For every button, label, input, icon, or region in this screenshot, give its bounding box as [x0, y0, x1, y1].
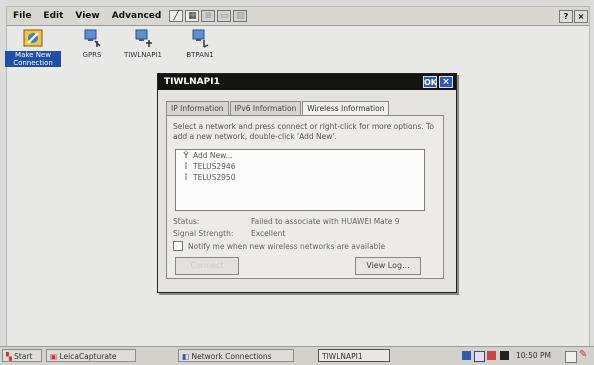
notify-label: Notify me when new wireless networks are… [188, 241, 386, 251]
dialog-close-button[interactable]: × [439, 76, 453, 88]
toolbar-details-icon[interactable]: ▭ [217, 10, 232, 22]
connection-dialog: TIWLNAPI1 OK × IP Information IPv6 Infor… [157, 73, 457, 293]
task-label: LeicaCapturate [59, 352, 117, 361]
taskbar-item-leicacapturate[interactable]: ▣ LeicaCapturate [46, 349, 136, 362]
instructions-text: Select a network and press connect or ri… [173, 122, 434, 141]
toolbar-grid-icon[interactable]: ▦ [185, 10, 200, 22]
taskbar-item-network-connections[interactable]: ◧ Network Connections [178, 349, 294, 362]
task-label: Network Connections [191, 352, 272, 361]
signal-value: Excellent [251, 229, 286, 238]
app-icon: ▣ [50, 352, 58, 361]
status-row: Status: Failed to associate with HUAWEI … [173, 217, 399, 226]
icon-label: Make New Connection [5, 51, 61, 67]
icon-label: BTPAN1 [186, 51, 214, 59]
status-label: Status: [173, 217, 200, 226]
icon-label: GPRS [82, 51, 102, 59]
tab-strip: IP Information IPv6 Information Wireless… [166, 101, 390, 117]
pen-icon[interactable]: ✎ [579, 349, 587, 360]
taskbar: ▚ Start ▣ LeicaCapturate ◧ Network Conne… [0, 346, 594, 365]
start-button[interactable]: ▚ Start [2, 349, 42, 362]
desktop-icon[interactable] [565, 351, 577, 363]
menu-file[interactable]: File [7, 11, 37, 21]
view-log-button[interactable]: View Log... [355, 257, 421, 275]
network-list[interactable]: Ϋ Add New... ǐ TELUS2946 ǐ TELUS2950 [175, 149, 425, 211]
network-icon: ◧ [182, 352, 190, 361]
status-value: Failed to associate with HUAWEI Mate 9 [251, 217, 400, 226]
list-item[interactable]: ǐ TELUS2950 [176, 172, 424, 183]
signal-icon: ǐ [184, 162, 188, 171]
tiwlnapi1-icon-tile[interactable]: TIWLNAPI1 [115, 27, 171, 59]
make-connection-icon [22, 27, 44, 49]
network-connection-icon [189, 27, 211, 49]
network-name: Add New... [193, 151, 233, 160]
tab-ipv6-information[interactable]: IPv6 Information [229, 101, 302, 116]
connect-button[interactable]: Connect [175, 257, 239, 275]
signal-label: Signal Strength: [173, 229, 234, 238]
dialog-title: TIWLNAPI1 [164, 77, 220, 87]
network-connection-icon [132, 27, 154, 49]
help-button[interactable]: ? [559, 10, 573, 23]
network-name: TELUS2946 [193, 162, 236, 171]
dialog-title-bar: TIWLNAPI1 OK × [158, 74, 456, 90]
notify-checkbox[interactable] [173, 241, 183, 251]
menu-view[interactable]: View [69, 11, 105, 21]
signal-row: Signal Strength: Excellent [173, 229, 285, 238]
toolbar-list-icon[interactable]: ≡ [201, 10, 216, 22]
menu-edit[interactable]: Edit [37, 11, 69, 21]
make-new-connection-icon-tile[interactable]: Make New Connection [5, 27, 61, 67]
network-name: TELUS2950 [193, 173, 236, 182]
clock: 10:50 PM [516, 351, 551, 360]
menu-advanced[interactable]: Advanced [106, 11, 168, 21]
toolbar-edit-icon[interactable]: ╱ [169, 10, 184, 22]
close-button[interactable]: × [574, 10, 588, 23]
list-item[interactable]: Ϋ Add New... [176, 150, 424, 161]
btpan1-icon-tile[interactable]: BTPAN1 [172, 27, 228, 59]
toolbar-view-icon[interactable]: ▥ [233, 10, 248, 22]
ok-button[interactable]: OK [423, 76, 437, 88]
tab-ip-information[interactable]: IP Information [166, 101, 229, 116]
task-label: TIWLNAPI1 [322, 352, 363, 361]
notify-row: Notify me when new wireless networks are… [173, 241, 385, 251]
start-label: Start [14, 352, 33, 361]
network-connection-icon [81, 27, 103, 49]
volume-tray-icon[interactable] [487, 351, 496, 360]
antenna-icon: Ϋ [183, 151, 189, 160]
icon-label: TIWLNAPI1 [124, 51, 162, 59]
taskbar-item-tiwlnapi1[interactable]: TIWLNAPI1 [318, 349, 390, 362]
desktop: File Edit View Advanced ╱ ▦ ≡ ▭ ▥ ? × Ma… [5, 6, 590, 354]
windows-logo-icon: ▚ [6, 352, 12, 361]
wireless-panel: Select a network and press connect or ri… [166, 115, 444, 279]
display-tray-icon[interactable] [500, 351, 509, 360]
keyboard-tray-icon[interactable] [474, 351, 485, 362]
network-tray-icon[interactable] [462, 351, 471, 360]
list-item[interactable]: ǐ TELUS2946 [176, 161, 424, 172]
signal-icon: ǐ [184, 173, 188, 182]
menu-bar: File Edit View Advanced ╱ ▦ ≡ ▭ ▥ ? × [7, 7, 589, 26]
gprs-icon-tile[interactable]: GPRS [64, 27, 120, 59]
